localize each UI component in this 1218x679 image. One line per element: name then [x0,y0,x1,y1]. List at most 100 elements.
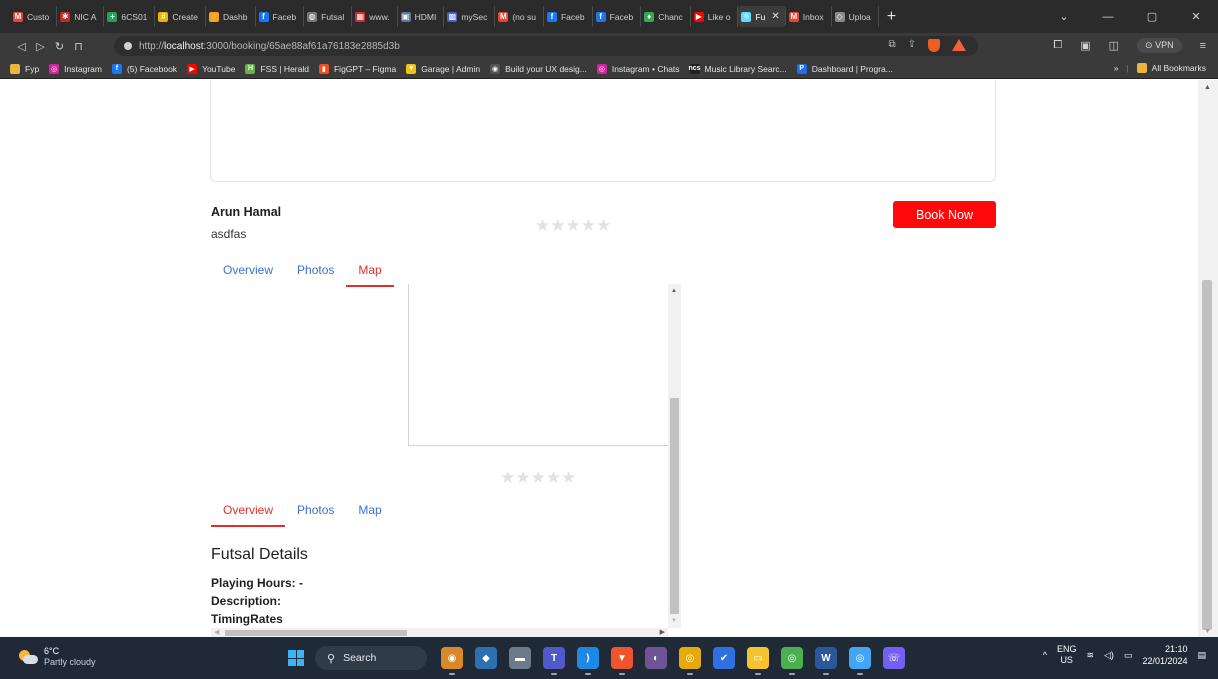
page-vertical-scrollbar[interactable]: ▲ ▼ [1198,80,1218,637]
bookmark-item[interactable]: ◉ Build your UX desig... [490,63,587,74]
word-icon[interactable]: W [815,647,837,675]
maximize-button[interactable]: ▢ [1130,10,1174,23]
vscode-icon[interactable]: ⟩ [577,647,599,675]
embedded-vertical-scrollbar[interactable]: ▲ ▼ [668,284,681,628]
file-explorer-icon[interactable]: ▭ [747,647,769,675]
wifi-icon[interactable]: ≋ [1086,650,1094,661]
map-embed[interactable] [210,80,996,182]
tab-photos[interactable]: Photos [285,503,346,527]
install-app-icon[interactable]: ⧉ [888,39,895,55]
address-bar[interactable]: http://localhost:3000/booking/65ae88af61… [114,36,978,56]
viber-icon[interactable]: ☏ [883,647,905,669]
browser-tab[interactable]: ◍ Futsal [304,6,353,27]
tab-map[interactable]: Map [346,503,393,527]
new-tab-button[interactable]: + [887,8,896,26]
brave-shields-icon[interactable] [928,39,940,55]
windows-start-icon[interactable] [288,650,304,666]
rating-stars[interactable]: ★★★★★ [535,216,611,236]
close-window-button[interactable]: ✕ [1174,10,1218,23]
book-now-button[interactable]: Book Now [893,201,996,228]
tab-overview[interactable]: Overview [211,503,286,527]
browser-tab[interactable]: f Faceb [593,6,642,27]
browser-tab[interactable]: ▩ mySec [444,6,496,27]
battery-icon[interactable]: ▭ [1124,650,1133,661]
forward-icon[interactable]: ▷ [31,40,50,53]
wallet-icon[interactable]: ◫ [1109,39,1119,52]
taskbar-search[interactable]: ⚲ Search [315,646,427,670]
notifications-icon[interactable]: ▤ [1197,650,1206,661]
browser-tab[interactable]: M Custo [10,6,58,27]
browser-tab[interactable]: ✱ NIC A [57,6,105,27]
chrome-icon[interactable]: ◎ [679,647,701,675]
language-indicator[interactable]: ENG US [1057,644,1077,666]
page-scroll-up-icon[interactable]: ▲ [1204,84,1211,91]
embedded-scroll-thumb[interactable] [670,398,679,614]
all-bookmarks-button[interactable]: All Bookmarks [1136,63,1206,73]
bookmark-item[interactable]: ◎ Instagram • Chats [596,63,680,74]
bookmark-item[interactable]: ◎ Instagram [49,63,102,74]
bookmark-item[interactable]: ncs Music Library Searc... [689,63,787,74]
browser-tab[interactable]: ▣ HDMI [398,6,445,27]
chrome-beta-icon[interactable]: ◎ [849,647,871,675]
embedded-frame[interactable] [408,284,668,446]
scroll-left-icon[interactable]: ◀ [214,628,219,636]
page-scroll-thumb[interactable] [1202,280,1212,630]
browser-tab[interactable]: ⚛ Fu ✕ [738,6,786,27]
bookmark-icon[interactable]: ⊓ [69,40,88,53]
embedded-hscroll-thumb[interactable] [225,630,407,636]
tab-map[interactable]: Map [346,263,395,287]
sidebar-icon[interactable]: ▣ [1080,39,1090,52]
bookmarks-overflow-button[interactable]: » [1114,63,1119,73]
bookmark-item[interactable]: f (5) Facebook [111,63,177,74]
todo-icon[interactable]: ✔ [713,647,735,669]
browser-tab[interactable]: ◇ Uploa [832,6,879,27]
taskview-icon[interactable]: ▬ [509,647,531,669]
bookmark-label: YouTube [202,63,236,74]
browser-tab[interactable]: # Create [155,6,206,27]
bookmark-item[interactable]: ▶ YouTube [187,63,236,74]
github-desktop-icon[interactable]: ◐ [645,647,667,669]
chrome-canary-icon[interactable]: ◉ [441,647,463,675]
tab-overview[interactable]: Overview [211,263,285,287]
menu-icon[interactable]: ≡ [1200,40,1206,52]
browser-tab[interactable]: f Faceb [256,6,305,27]
close-tab-icon[interactable]: ✕ [771,11,779,22]
weather-widget[interactable]: 6°C Partly cloudy [18,646,96,668]
scroll-up-icon[interactable]: ▲ [671,288,677,294]
share-icon[interactable]: ⇪ [908,39,916,55]
back-icon[interactable]: ◁ [12,40,31,53]
bookmark-item[interactable]: Fyp [10,63,39,74]
browser-tab[interactable]: M (no su [495,6,544,27]
browser-tab[interactable]: ♦ Chanc [641,6,691,27]
site-info-icon[interactable] [124,42,132,50]
app-rocket-icon[interactable]: ◆ [475,647,497,669]
chrome-profile-icon[interactable]: ◎ [781,647,803,675]
extensions-icon[interactable]: ⧠ [1053,39,1062,52]
teams-icon[interactable]: T [543,647,565,675]
minimize-button[interactable]: — [1086,11,1130,23]
bookmark-item[interactable]: ♥ Garage | Admin [406,63,480,74]
volume-icon[interactable]: ◁) [1104,650,1114,661]
vpn-button[interactable]: ⊙ VPN [1137,38,1182,53]
tab-search-icon[interactable]: ⌄ [1042,10,1086,23]
brave-icon[interactable]: ▼ [611,647,633,675]
bookmark-item[interactable]: ▮ FigGPT – Figma [318,63,396,74]
clock[interactable]: 21:10 22/01/2024 [1142,643,1187,667]
tray-overflow-icon[interactable]: ^ [1043,650,1047,660]
browser-tab[interactable]: ◌ Dashb [206,6,256,27]
browser-tab[interactable]: ▶ Like o [691,6,739,27]
scroll-down-icon[interactable]: ▼ [671,618,677,624]
bookmark-item[interactable]: H FSS | Herald [245,63,309,74]
browser-tab[interactable]: M Inbox [786,6,832,27]
browser-tab[interactable]: ▦ www. [352,6,398,27]
scroll-right-icon[interactable]: ▶ [660,628,665,636]
embedded-horizontal-scrollbar[interactable]: ◀ ▶ [211,628,668,637]
reload-icon[interactable]: ↻ [50,40,69,53]
tab-photos[interactable]: Photos [285,263,346,287]
inner-rating-stars[interactable]: ★★★★★ [500,468,576,488]
browser-tab[interactable]: f Faceb [544,6,593,27]
bookmark-item[interactable]: P Dashboard | Progra... [796,63,893,74]
page-scroll-down-icon[interactable]: ▼ [1204,628,1211,635]
brave-rewards-icon[interactable] [952,39,966,55]
browser-tab[interactable]: +6CS01 [104,6,156,27]
